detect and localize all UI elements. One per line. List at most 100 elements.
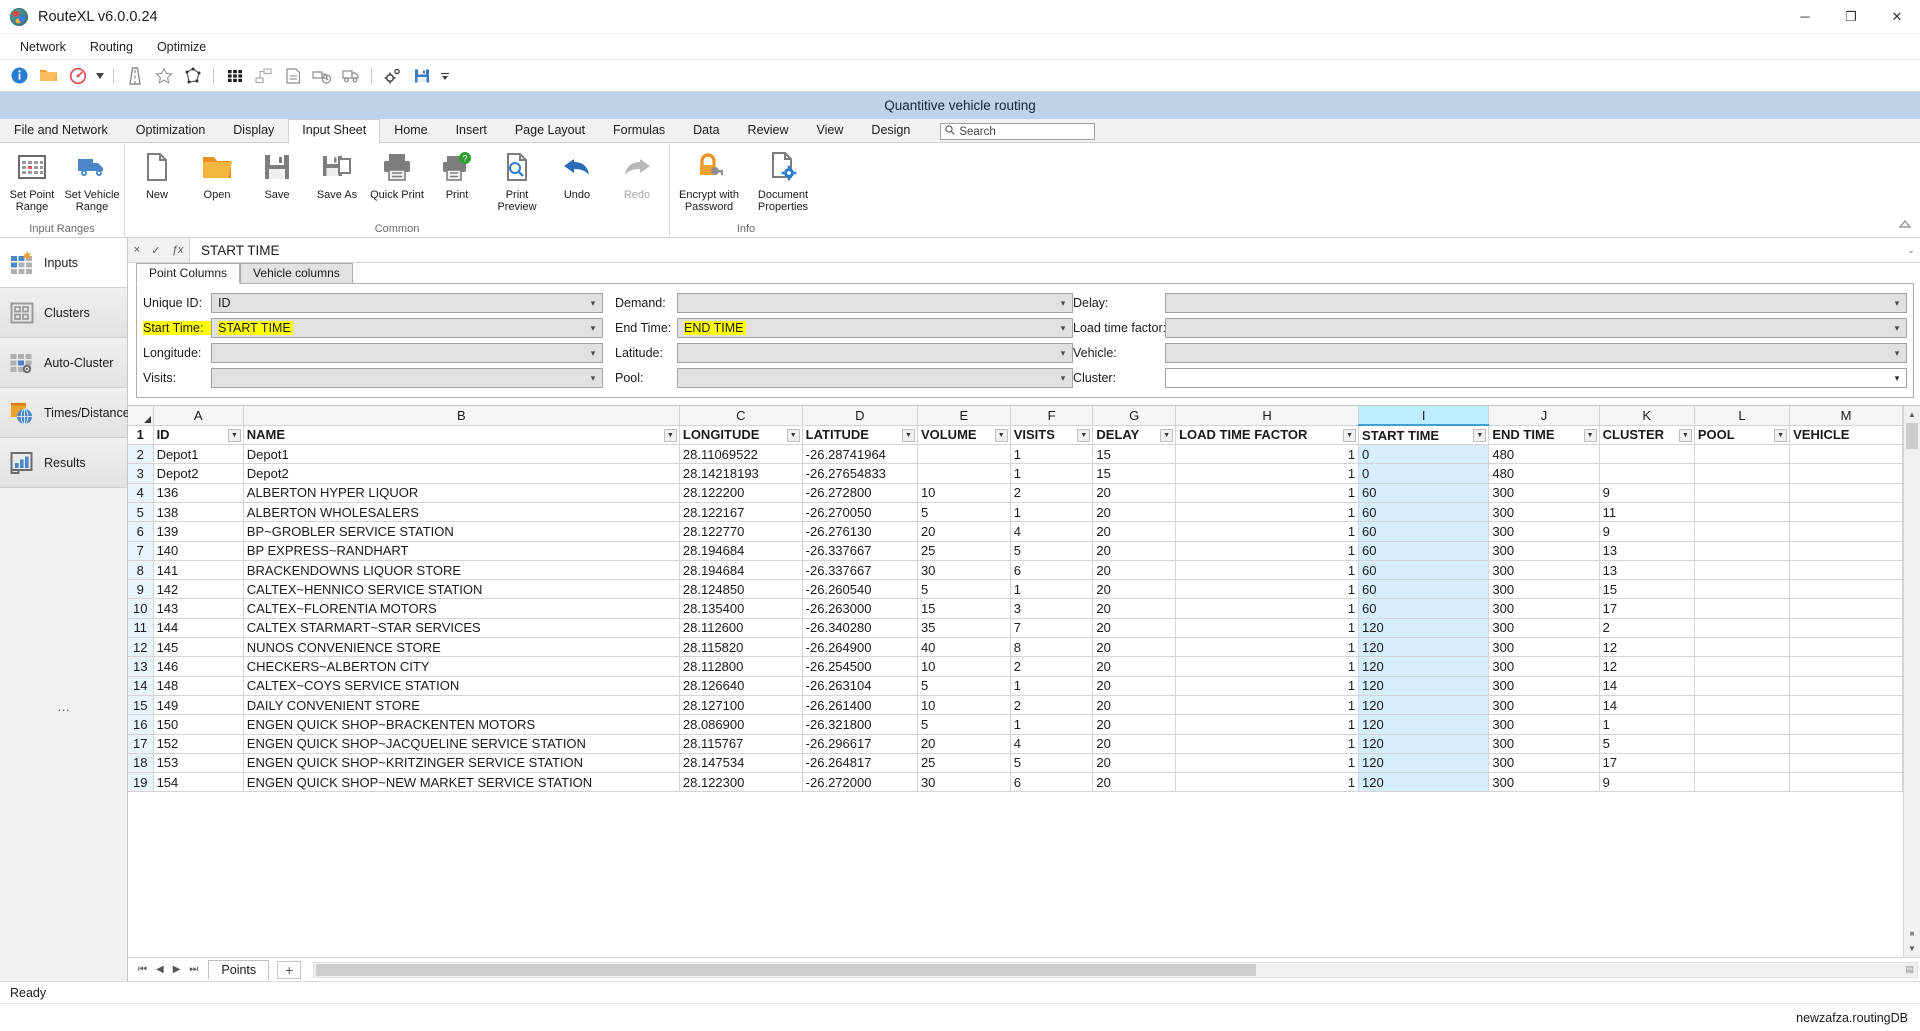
table-cell[interactable]: 11 bbox=[1599, 502, 1695, 523]
table-cell[interactable]: 2 bbox=[1010, 483, 1094, 503]
table-cell[interactable]: 28.122200 bbox=[679, 483, 803, 503]
col-header-M[interactable]: M bbox=[1789, 406, 1903, 426]
table-cell[interactable]: 152 bbox=[153, 734, 244, 754]
tab-review[interactable]: Review bbox=[734, 119, 803, 142]
tab-vehicle-columns[interactable]: Vehicle columns bbox=[240, 263, 353, 283]
table-cell[interactable]: 1 bbox=[1010, 714, 1094, 735]
table-cell[interactable] bbox=[1694, 598, 1791, 619]
table-cell[interactable]: ALBERTON WHOLESALERS bbox=[243, 502, 680, 523]
table-cell[interactable]: 5 bbox=[1010, 541, 1094, 561]
table-row[interactable]: 18 153 ENGEN QUICK SHOP~KRITZINGER SERVICE… bbox=[128, 753, 1903, 774]
table-cell[interactable]: 1 bbox=[1175, 483, 1360, 503]
table-cell[interactable]: BP EXPRESS~RANDHART bbox=[243, 541, 680, 561]
table-cell[interactable]: 1 bbox=[1010, 579, 1094, 600]
header-cell-name[interactable]: NAME ▼ bbox=[243, 425, 680, 446]
table-cell[interactable] bbox=[1694, 541, 1791, 561]
expand-formula-bar-icon[interactable]: ⌄ bbox=[1902, 238, 1920, 262]
table-cell[interactable] bbox=[1789, 676, 1903, 696]
table-cell[interactable]: ENGEN QUICK SHOP~JACQUELINE SERVICE STAT… bbox=[243, 734, 680, 754]
table-cell[interactable]: 9 bbox=[1599, 483, 1695, 503]
table-cell[interactable]: 35 bbox=[917, 618, 1011, 639]
row-number[interactable]: 13 bbox=[128, 656, 154, 677]
row-number[interactable]: 1 bbox=[128, 425, 154, 446]
table-cell[interactable]: 300 bbox=[1488, 618, 1600, 639]
table-cell[interactable] bbox=[1599, 463, 1695, 484]
unique-id-dropdown[interactable]: ID ▾ bbox=[211, 293, 603, 313]
table-cell[interactable]: 0 bbox=[1358, 463, 1490, 484]
col-header-A[interactable]: A bbox=[153, 406, 244, 426]
tab-view[interactable]: View bbox=[803, 119, 858, 142]
table-cell[interactable]: 17 bbox=[1599, 598, 1695, 619]
table-row[interactable]: 13 146 CHECKERS~ALBERTON CITY 28.112800 -26.… bbox=[128, 656, 1903, 677]
row-number[interactable]: 10 bbox=[128, 598, 154, 619]
tab-point-columns[interactable]: Point Columns bbox=[136, 263, 241, 284]
horizontal-scrollbar[interactable]: ▤ bbox=[313, 961, 1918, 978]
table-cell[interactable]: 300 bbox=[1488, 521, 1600, 542]
tab-optimization[interactable]: Optimization bbox=[122, 119, 219, 142]
table-cell[interactable]: 300 bbox=[1488, 483, 1600, 503]
header-cell-id[interactable]: ID ▼ bbox=[153, 425, 244, 446]
table-cell[interactable]: 138 bbox=[153, 502, 244, 523]
table-cell[interactable]: 10 bbox=[917, 483, 1011, 503]
row-number[interactable]: 7 bbox=[128, 541, 154, 561]
table-cell[interactable] bbox=[1789, 714, 1903, 735]
header-cell-start-time[interactable]: START TIME ▼ bbox=[1358, 425, 1490, 446]
table-cell[interactable]: 300 bbox=[1488, 579, 1600, 600]
table-cell[interactable]: 20 bbox=[1092, 502, 1177, 523]
table-row[interactable]: 16 150 ENGEN QUICK SHOP~BRACKENTEN MOTORS 2… bbox=[128, 714, 1903, 735]
table-cell[interactable] bbox=[1694, 579, 1791, 600]
table-cell[interactable]: -26.340280 bbox=[802, 618, 918, 639]
table-cell[interactable]: 8 bbox=[1010, 637, 1094, 658]
table-cell[interactable]: -26.254500 bbox=[802, 656, 918, 677]
row-number[interactable]: 2 bbox=[128, 444, 154, 465]
table-cell[interactable]: CALTEX~FLORENTIA MOTORS bbox=[243, 598, 680, 619]
table-cell[interactable]: 20 bbox=[1092, 676, 1177, 696]
table-cell[interactable]: 146 bbox=[153, 656, 244, 677]
table-cell[interactable]: 1 bbox=[1175, 502, 1360, 523]
filter-icon[interactable]: ▼ bbox=[227, 428, 241, 442]
table-cell[interactable] bbox=[1789, 483, 1903, 503]
table-cell[interactable]: Depot2 bbox=[243, 463, 680, 484]
table-cell[interactable]: 120 bbox=[1358, 734, 1490, 754]
polygon-icon[interactable] bbox=[179, 63, 206, 89]
delay-dropdown[interactable]: ▾ bbox=[1165, 293, 1907, 313]
table-cell[interactable]: 20 bbox=[1092, 753, 1177, 774]
first-sheet-icon[interactable]: ⏮ bbox=[138, 964, 147, 975]
col-header-E[interactable]: E bbox=[917, 406, 1011, 426]
cancel-formula-icon[interactable]: × bbox=[134, 244, 140, 256]
table-cell[interactable]: 1 bbox=[1175, 521, 1360, 542]
table-cell[interactable]: 28.135400 bbox=[679, 598, 803, 619]
table-cell[interactable]: 5 bbox=[1010, 753, 1094, 774]
table-cell[interactable]: 1 bbox=[1175, 637, 1360, 658]
col-header-H[interactable]: H bbox=[1175, 406, 1360, 426]
table-cell[interactable]: NUNOS CONVENIENCE STORE bbox=[243, 637, 680, 658]
split-grip-icon[interactable]: ■ bbox=[1904, 926, 1920, 940]
table-cell[interactable]: 1 bbox=[1175, 753, 1360, 774]
filter-icon[interactable]: ▼ bbox=[1583, 428, 1597, 442]
row-number[interactable]: 6 bbox=[128, 521, 154, 542]
col-header-C[interactable]: C bbox=[679, 406, 803, 426]
table-cell[interactable] bbox=[1789, 598, 1903, 619]
set-point-range-button[interactable]: Set Point Range bbox=[2, 147, 62, 216]
tab-home[interactable]: Home bbox=[380, 119, 441, 142]
table-cell[interactable]: 300 bbox=[1488, 598, 1600, 619]
info-icon[interactable] bbox=[6, 63, 33, 89]
filter-icon[interactable]: ▼ bbox=[1678, 428, 1692, 442]
row-number[interactable]: 9 bbox=[128, 579, 154, 600]
visits-dropdown[interactable]: ▾ bbox=[211, 368, 603, 388]
table-cell[interactable]: 480 bbox=[1488, 444, 1600, 465]
table-cell[interactable]: 300 bbox=[1488, 714, 1600, 735]
table-row[interactable]: 2 Depot1 Depot1 28.11069522 -26.28741964 1 15 1… bbox=[128, 444, 1903, 465]
set-vehicle-range-button[interactable]: Set Vehicle Range bbox=[62, 147, 122, 216]
table-cell[interactable]: 4 bbox=[1010, 734, 1094, 754]
table-cell[interactable]: 13 bbox=[1599, 541, 1695, 561]
table-cell[interactable]: -26.321800 bbox=[802, 714, 918, 735]
save-disk-icon[interactable] bbox=[408, 63, 435, 89]
hscrollbar-thumb[interactable] bbox=[316, 963, 1257, 976]
table-cell[interactable]: 28.126640 bbox=[679, 676, 803, 696]
table-cell[interactable]: 144 bbox=[153, 618, 244, 639]
table-cell[interactable]: 28.112600 bbox=[679, 618, 803, 639]
table-cell[interactable] bbox=[1694, 676, 1791, 696]
document-properties-button[interactable]: Document Properties bbox=[746, 147, 820, 216]
save-as-button[interactable]: Save As bbox=[307, 147, 367, 204]
